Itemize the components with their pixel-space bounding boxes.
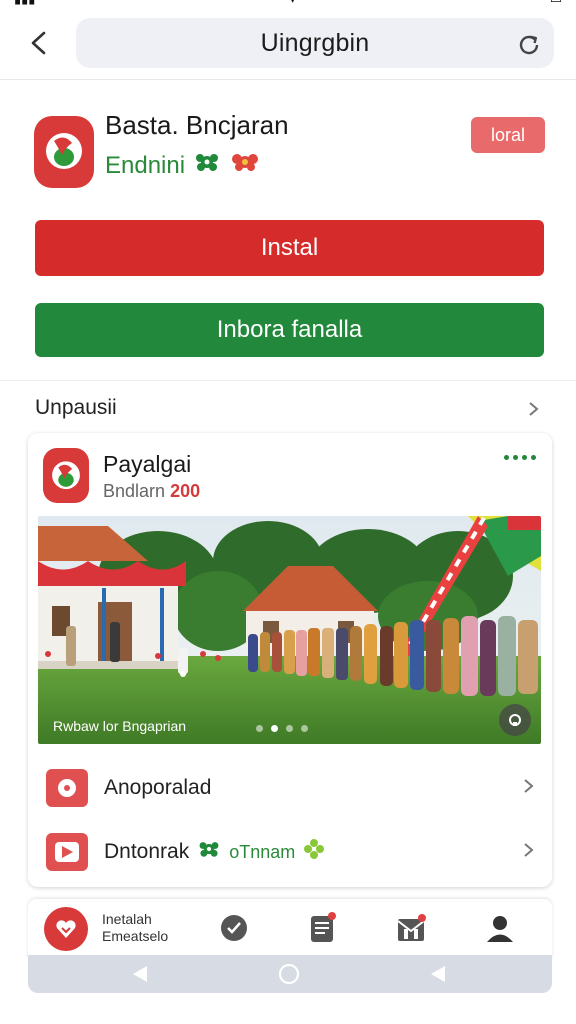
section-header[interactable]: Unpausii [0, 386, 576, 430]
card-subtitle: Bndlarn 200 [103, 481, 200, 502]
carousel-dot[interactable] [286, 725, 293, 732]
document-icon[interactable] [306, 911, 338, 945]
nav-home-label[interactable]: Inetalah Emeatselo [102, 911, 168, 945]
green-flower-icon [197, 838, 221, 866]
status-badge[interactable]: loral [471, 117, 545, 153]
top-app-bar: Uingrgbin [0, 10, 576, 80]
home-circle-icon[interactable] [278, 963, 300, 990]
card-title: Payalgai [103, 451, 192, 477]
more-options-icon[interactable] [504, 455, 536, 460]
list-item-label: Dntonrak oTnnam [104, 838, 325, 866]
address-bar[interactable]: Uingrgbin [76, 18, 554, 68]
profile-icon[interactable] [484, 911, 516, 945]
back-triangle-icon[interactable] [130, 963, 150, 990]
content-card: Payalgai Bndlarn 200 Rwbaw lor Bngaprian… [28, 433, 552, 887]
developer-row[interactable]: Endnini [105, 150, 261, 181]
list-item-text: Anoporalad [104, 776, 212, 799]
carousel-dot-active[interactable] [271, 725, 278, 732]
battery-icon: ▭ [550, 0, 562, 6]
status-bar: ▮▮▮ ▾ ▭ [0, 0, 576, 6]
list-item-label: Anoporalad [104, 776, 211, 800]
list-item-extra: oTnnam [229, 841, 296, 862]
developer-name: Endnini [105, 151, 186, 179]
carousel-indicator[interactable] [256, 725, 308, 732]
carousel-dot[interactable] [256, 725, 263, 732]
play-icon [46, 833, 88, 871]
list-item[interactable]: Dntonrak oTnnam [28, 826, 552, 878]
section-title: Unpausii [35, 396, 117, 419]
card-logo-icon [43, 448, 89, 503]
signal-icon: ▮▮▮ [14, 0, 35, 6]
mail-icon[interactable] [395, 911, 427, 945]
page-title: Uingrgbin [260, 28, 370, 57]
red-flower-icon [229, 150, 261, 181]
leaf-icon [303, 838, 325, 866]
green-flower-icon [193, 150, 221, 181]
screen: ▮▮▮ ▾ ▭ Uingrgbin Basta. Bncjaran Endnin… [0, 0, 576, 1024]
nav-home-line2: Emeatselo [102, 928, 169, 944]
check-badge-icon[interactable] [218, 911, 250, 945]
list-item-text: Dntonrak [104, 840, 190, 863]
system-navigation-bar [28, 955, 552, 993]
back-arrow-icon[interactable] [22, 26, 56, 60]
photo-carousel[interactable]: Rwbaw lor Bngaprian [38, 516, 541, 744]
chevron-right-icon[interactable] [522, 778, 534, 799]
refresh-icon[interactable] [516, 32, 542, 58]
list-item[interactable]: Anoporalad [28, 762, 552, 814]
chevron-right-icon[interactable] [522, 842, 534, 863]
record-icon [46, 769, 88, 807]
fullscreen-icon[interactable] [499, 704, 531, 736]
app-name: Basta. Bncjaran [105, 110, 289, 140]
wifi-icon: ▾ [289, 0, 296, 6]
card-subtitle-text: Bndlarn [103, 481, 166, 501]
home-heart-icon[interactable] [44, 907, 88, 951]
card-subtitle-number: 200 [170, 481, 201, 501]
nav-home-line1: Inetalah [102, 911, 152, 927]
divider [0, 380, 576, 381]
app-logo-icon [34, 116, 94, 188]
chevron-right-icon[interactable] [526, 401, 540, 416]
bottom-navigation: Inetalah Emeatselo [28, 899, 552, 959]
secondary-action-button[interactable]: Inbora fanalla [35, 303, 544, 357]
install-button[interactable]: Instal [35, 220, 544, 276]
village-event-photo [38, 516, 541, 744]
photo-caption: Rwbaw lor Bngaprian [53, 718, 187, 734]
recents-triangle-icon[interactable] [428, 963, 448, 990]
carousel-dot[interactable] [301, 725, 308, 732]
